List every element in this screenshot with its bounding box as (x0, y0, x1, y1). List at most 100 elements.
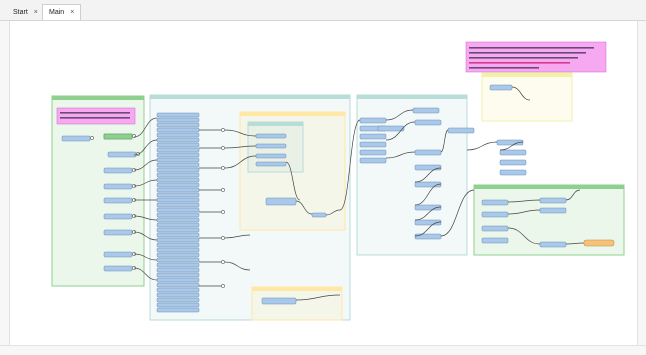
transformer-node[interactable] (499, 149, 527, 156)
transformer-node[interactable] (156, 147, 200, 153)
transformer-node[interactable] (156, 207, 200, 213)
bookmark-frame-inner-header[interactable] (248, 122, 303, 126)
close-icon[interactable]: × (70, 9, 74, 16)
transformer-node[interactable] (103, 265, 133, 272)
transformer-node[interactable] (156, 267, 200, 273)
close-icon[interactable]: × (34, 9, 38, 16)
bookmark-frame-yellow-header[interactable] (482, 73, 572, 77)
transformer-node[interactable] (156, 217, 200, 223)
tab-main[interactable]: Main × (42, 4, 82, 20)
transformer-node[interactable] (156, 262, 200, 268)
bookmark-frame-yellow[interactable] (481, 72, 573, 122)
output-port[interactable] (221, 146, 225, 150)
transformer-node[interactable] (156, 152, 200, 158)
transformer-node[interactable] (156, 137, 200, 143)
tab-start[interactable]: Start × (6, 4, 45, 20)
transformer-node[interactable] (255, 161, 287, 167)
transformer-node[interactable] (103, 167, 133, 174)
transformer-node[interactable] (156, 277, 200, 283)
transformer-node[interactable] (156, 132, 200, 138)
transformer-node[interactable] (156, 272, 200, 278)
transformer-node[interactable] (156, 252, 200, 258)
transformer-node[interactable] (156, 257, 200, 263)
output-port[interactable] (221, 188, 225, 192)
transformer-node[interactable] (156, 197, 200, 203)
output-port[interactable] (221, 210, 225, 214)
transformer-node[interactable] (311, 212, 327, 218)
transformer-node[interactable] (156, 222, 200, 228)
transformer-node[interactable] (481, 237, 509, 244)
transformer-node[interactable] (481, 225, 509, 232)
transformer-node[interactable] (539, 207, 567, 214)
transformer-node[interactable] (414, 149, 442, 156)
transformer-node[interactable] (156, 297, 200, 303)
transformer-node[interactable] (156, 247, 200, 253)
transformer-node[interactable] (499, 169, 527, 176)
transformer-node[interactable] (414, 233, 442, 240)
transformer-node[interactable] (412, 107, 440, 114)
transformer-node[interactable] (255, 133, 287, 139)
bookmark-frame-main-header[interactable] (150, 95, 350, 99)
transformer-node[interactable] (156, 302, 200, 308)
transformer-node[interactable] (489, 84, 513, 91)
annotation-note[interactable] (56, 107, 136, 125)
transformer-node[interactable] (255, 153, 287, 159)
bookmark-frame-readers[interactable] (51, 95, 145, 287)
transformer-node[interactable] (156, 127, 200, 133)
transformer-node[interactable] (156, 122, 200, 128)
transformer-node[interactable] (156, 307, 200, 313)
transformer-node[interactable] (156, 192, 200, 198)
transformer-node[interactable] (156, 237, 200, 243)
transformer-node[interactable] (156, 112, 200, 118)
transformer-node[interactable] (156, 142, 200, 148)
transformer-node[interactable] (156, 157, 200, 163)
transformer-node[interactable] (156, 282, 200, 288)
output-port[interactable] (221, 284, 225, 288)
transformer-node[interactable] (539, 197, 567, 204)
transformer-node[interactable] (414, 119, 442, 126)
transformer-node[interactable] (156, 242, 200, 248)
transformer-node[interactable] (359, 149, 387, 156)
transformer-node[interactable] (156, 177, 200, 183)
transformer-node[interactable] (414, 164, 442, 171)
output-port[interactable] (221, 166, 225, 170)
transformer-node[interactable] (103, 197, 133, 204)
transformer-node[interactable] (359, 133, 387, 140)
transformer-node[interactable] (359, 141, 387, 148)
bookmark-frame-orange-header[interactable] (240, 112, 345, 116)
transformer-node[interactable] (103, 251, 133, 258)
transformer-node[interactable] (156, 227, 200, 233)
transformer-node[interactable] (156, 232, 200, 238)
bookmark-frame-right-header[interactable] (357, 95, 467, 99)
transformer-node[interactable] (156, 212, 200, 218)
workspace-canvas[interactable] (0, 21, 646, 355)
transformer-node[interactable] (261, 297, 297, 305)
output-port[interactable] (221, 260, 225, 264)
transformer-node[interactable] (359, 157, 387, 164)
transformer-node[interactable] (156, 117, 200, 123)
bookmark-frame-output-header[interactable] (474, 185, 624, 189)
transformer-node[interactable] (61, 135, 91, 142)
transformer-node[interactable] (156, 287, 200, 293)
transformer-node[interactable] (156, 167, 200, 173)
transformer-node[interactable] (103, 229, 133, 236)
output-port[interactable] (221, 236, 225, 240)
transformer-node[interactable] (156, 162, 200, 168)
transformer-node[interactable] (255, 143, 287, 149)
transformer-node[interactable] (107, 151, 137, 158)
output-port[interactable] (221, 128, 225, 132)
bookmark-frame-readers-header[interactable] (52, 96, 144, 100)
transformer-node[interactable] (103, 133, 133, 140)
transformer-node[interactable] (103, 213, 133, 220)
transformer-node[interactable] (377, 125, 405, 132)
transformer-node[interactable] (539, 241, 567, 248)
transformer-node[interactable] (265, 197, 297, 206)
writer-node[interactable] (583, 239, 615, 247)
transformer-node[interactable] (156, 187, 200, 193)
transformer-node[interactable] (481, 211, 509, 218)
transformer-node[interactable] (103, 183, 133, 190)
transformer-node[interactable] (447, 127, 475, 134)
transformer-node[interactable] (499, 159, 527, 166)
transformer-node[interactable] (156, 202, 200, 208)
transformer-node[interactable] (156, 292, 200, 298)
